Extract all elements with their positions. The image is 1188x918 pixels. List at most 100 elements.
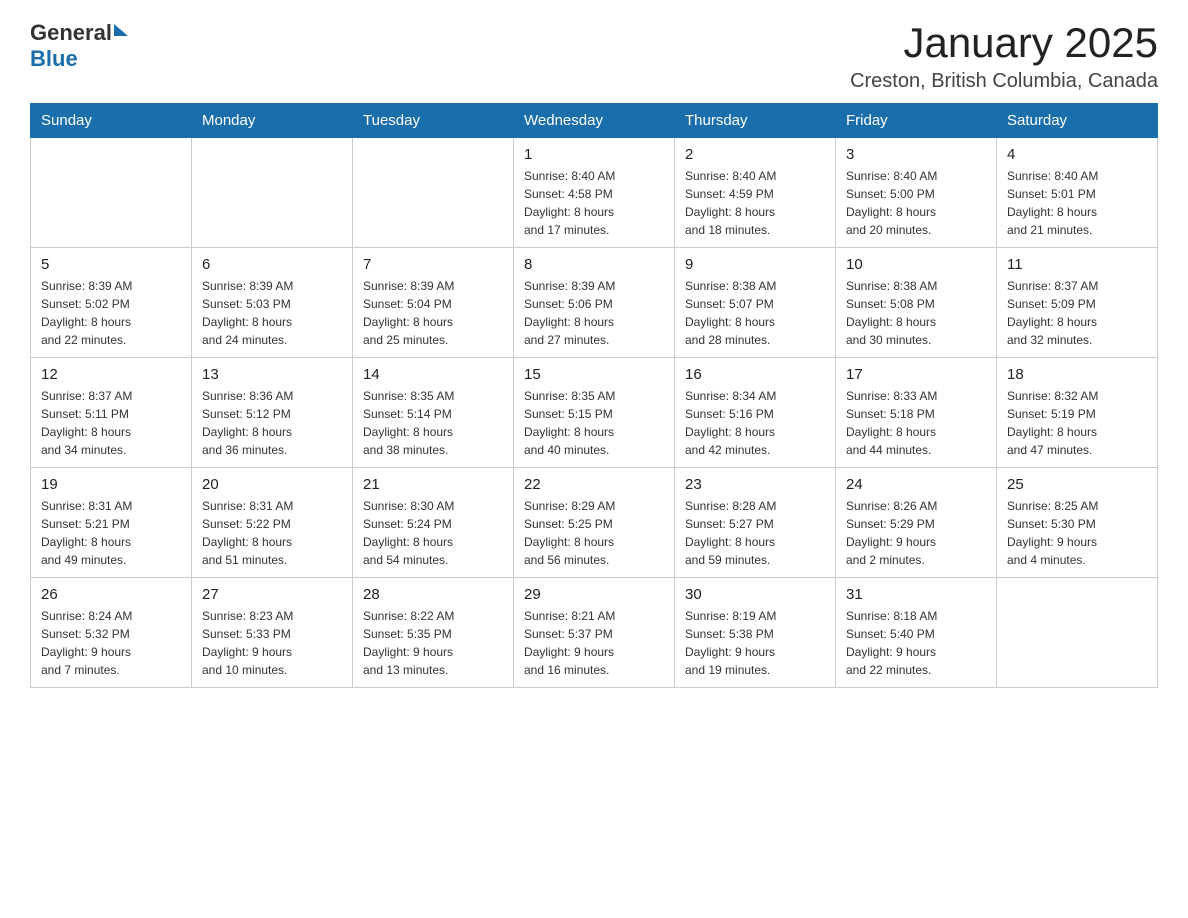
calendar-header-row: SundayMondayTuesdayWednesdayThursdayFrid… bbox=[31, 104, 1158, 138]
day-number: 1 bbox=[524, 146, 664, 163]
day-info: Sunrise: 8:39 AMSunset: 5:02 PMDaylight:… bbox=[41, 277, 181, 349]
day-number: 22 bbox=[524, 476, 664, 493]
calendar-day-header: Saturday bbox=[997, 104, 1158, 138]
logo-blue-text: Blue bbox=[30, 46, 78, 72]
day-info: Sunrise: 8:40 AMSunset: 4:59 PMDaylight:… bbox=[685, 167, 825, 239]
day-number: 7 bbox=[363, 256, 503, 273]
day-info: Sunrise: 8:38 AMSunset: 5:07 PMDaylight:… bbox=[685, 277, 825, 349]
calendar-table: SundayMondayTuesdayWednesdayThursdayFrid… bbox=[30, 103, 1158, 688]
calendar-day-cell: 21 Sunrise: 8:30 AMSunset: 5:24 PMDayligh… bbox=[353, 468, 514, 578]
calendar-day-cell: 4 Sunrise: 8:40 AMSunset: 5:01 PMDaylight… bbox=[997, 138, 1158, 248]
day-number: 24 bbox=[846, 476, 986, 493]
day-number: 4 bbox=[1007, 146, 1147, 163]
calendar-day-cell: 25 Sunrise: 8:25 AMSunset: 5:30 PMDayligh… bbox=[997, 468, 1158, 578]
title-block: January 2025 Creston, British Columbia, … bbox=[850, 20, 1158, 93]
calendar-day-cell: 2 Sunrise: 8:40 AMSunset: 4:59 PMDaylight… bbox=[675, 138, 836, 248]
day-number: 27 bbox=[202, 586, 342, 603]
logo: General Blue bbox=[30, 20, 128, 72]
calendar-day-cell: 28Sunrise: 8:22 AMSunset: 5:35 PMDayligh… bbox=[353, 578, 514, 688]
calendar-day-cell: 13 Sunrise: 8:36 AMSunset: 5:12 PMDayligh… bbox=[192, 358, 353, 468]
day-info: Sunrise: 8:24 AMSunset: 5:32 PMDaylight:… bbox=[41, 607, 181, 679]
day-number: 15 bbox=[524, 366, 664, 383]
calendar-day-cell: 24 Sunrise: 8:26 AMSunset: 5:29 PMDayligh… bbox=[836, 468, 997, 578]
day-info: Sunrise: 8:29 AMSunset: 5:25 PMDaylight:… bbox=[524, 497, 664, 569]
day-number: 9 bbox=[685, 256, 825, 273]
calendar-day-cell: 22 Sunrise: 8:29 AMSunset: 5:25 PMDayligh… bbox=[514, 468, 675, 578]
day-info: Sunrise: 8:23 AMSunset: 5:33 PMDaylight:… bbox=[202, 607, 342, 679]
day-number: 3 bbox=[846, 146, 986, 163]
calendar-day-cell bbox=[31, 138, 192, 248]
calendar-day-cell bbox=[997, 578, 1158, 688]
calendar-day-header: Friday bbox=[836, 104, 997, 138]
day-info: Sunrise: 8:40 AMSunset: 5:00 PMDaylight:… bbox=[846, 167, 986, 239]
calendar-week-row: 19 Sunrise: 8:31 AMSunset: 5:21 PMDayligh… bbox=[31, 468, 1158, 578]
calendar-day-cell: 19 Sunrise: 8:31 AMSunset: 5:21 PMDayligh… bbox=[31, 468, 192, 578]
day-number: 14 bbox=[363, 366, 503, 383]
day-number: 11 bbox=[1007, 256, 1147, 273]
day-info: Sunrise: 8:34 AMSunset: 5:16 PMDaylight:… bbox=[685, 387, 825, 459]
day-info: Sunrise: 8:39 AMSunset: 5:04 PMDaylight:… bbox=[363, 277, 503, 349]
calendar-day-cell: 30 Sunrise: 8:19 AMSunset: 5:38 PMDayligh… bbox=[675, 578, 836, 688]
calendar-day-cell: 6 Sunrise: 8:39 AMSunset: 5:03 PMDaylight… bbox=[192, 248, 353, 358]
day-number: 29 bbox=[524, 586, 664, 603]
calendar-day-cell: 3 Sunrise: 8:40 AMSunset: 5:00 PMDaylight… bbox=[836, 138, 997, 248]
calendar-day-cell: 14 Sunrise: 8:35 AMSunset: 5:14 PMDayligh… bbox=[353, 358, 514, 468]
day-number: 12 bbox=[41, 366, 181, 383]
day-info: Sunrise: 8:39 AMSunset: 5:06 PMDaylight:… bbox=[524, 277, 664, 349]
day-number: 26 bbox=[41, 586, 181, 603]
calendar-day-cell: 27 Sunrise: 8:23 AMSunset: 5:33 PMDayligh… bbox=[192, 578, 353, 688]
day-number: 23 bbox=[685, 476, 825, 493]
calendar-day-cell: 31Sunrise: 8:18 AMSunset: 5:40 PMDayligh… bbox=[836, 578, 997, 688]
day-info: Sunrise: 8:33 AMSunset: 5:18 PMDaylight:… bbox=[846, 387, 986, 459]
calendar-day-header: Wednesday bbox=[514, 104, 675, 138]
calendar-day-header: Thursday bbox=[675, 104, 836, 138]
day-info: Sunrise: 8:36 AMSunset: 5:12 PMDaylight:… bbox=[202, 387, 342, 459]
calendar-week-row: 5Sunrise: 8:39 AMSunset: 5:02 PMDaylight… bbox=[31, 248, 1158, 358]
calendar-day-header: Tuesday bbox=[353, 104, 514, 138]
calendar-day-cell: 15Sunrise: 8:35 AMSunset: 5:15 PMDayligh… bbox=[514, 358, 675, 468]
day-number: 28 bbox=[363, 586, 503, 603]
calendar-day-cell: 5Sunrise: 8:39 AMSunset: 5:02 PMDaylight… bbox=[31, 248, 192, 358]
calendar-day-cell: 9 Sunrise: 8:38 AMSunset: 5:07 PMDaylight… bbox=[675, 248, 836, 358]
day-info: Sunrise: 8:40 AMSunset: 4:58 PMDaylight:… bbox=[524, 167, 664, 239]
day-number: 31 bbox=[846, 586, 986, 603]
calendar-day-cell: 7 Sunrise: 8:39 AMSunset: 5:04 PMDaylight… bbox=[353, 248, 514, 358]
calendar-day-cell: 11Sunrise: 8:37 AMSunset: 5:09 PMDayligh… bbox=[997, 248, 1158, 358]
day-info: Sunrise: 8:21 AMSunset: 5:37 PMDaylight:… bbox=[524, 607, 664, 679]
calendar-day-cell: 20Sunrise: 8:31 AMSunset: 5:22 PMDayligh… bbox=[192, 468, 353, 578]
calendar-day-cell: 29 Sunrise: 8:21 AMSunset: 5:37 PMDayligh… bbox=[514, 578, 675, 688]
day-info: Sunrise: 8:35 AMSunset: 5:14 PMDaylight:… bbox=[363, 387, 503, 459]
calendar-day-cell: 18Sunrise: 8:32 AMSunset: 5:19 PMDayligh… bbox=[997, 358, 1158, 468]
day-number: 30 bbox=[685, 586, 825, 603]
day-info: Sunrise: 8:38 AMSunset: 5:08 PMDaylight:… bbox=[846, 277, 986, 349]
logo-arrow-icon bbox=[114, 24, 128, 36]
location-title: Creston, British Columbia, Canada bbox=[850, 70, 1158, 93]
calendar-week-row: 12Sunrise: 8:37 AMSunset: 5:11 PMDayligh… bbox=[31, 358, 1158, 468]
day-info: Sunrise: 8:31 AMSunset: 5:22 PMDaylight:… bbox=[202, 497, 342, 569]
day-info: Sunrise: 8:19 AMSunset: 5:38 PMDaylight:… bbox=[685, 607, 825, 679]
calendar-day-cell: 17Sunrise: 8:33 AMSunset: 5:18 PMDayligh… bbox=[836, 358, 997, 468]
day-number: 21 bbox=[363, 476, 503, 493]
day-number: 6 bbox=[202, 256, 342, 273]
day-number: 13 bbox=[202, 366, 342, 383]
calendar-week-row: 1 Sunrise: 8:40 AMSunset: 4:58 PMDaylight… bbox=[31, 138, 1158, 248]
page-header: General Blue January 2025 Creston, Briti… bbox=[30, 20, 1158, 93]
day-info: Sunrise: 8:26 AMSunset: 5:29 PMDaylight:… bbox=[846, 497, 986, 569]
day-number: 16 bbox=[685, 366, 825, 383]
day-info: Sunrise: 8:31 AMSunset: 5:21 PMDaylight:… bbox=[41, 497, 181, 569]
day-number: 19 bbox=[41, 476, 181, 493]
day-info: Sunrise: 8:25 AMSunset: 5:30 PMDaylight:… bbox=[1007, 497, 1147, 569]
month-title: January 2025 bbox=[850, 20, 1158, 66]
calendar-day-cell: 16 Sunrise: 8:34 AMSunset: 5:16 PMDayligh… bbox=[675, 358, 836, 468]
calendar-week-row: 26 Sunrise: 8:24 AMSunset: 5:32 PMDayligh… bbox=[31, 578, 1158, 688]
day-number: 10 bbox=[846, 256, 986, 273]
day-info: Sunrise: 8:28 AMSunset: 5:27 PMDaylight:… bbox=[685, 497, 825, 569]
day-info: Sunrise: 8:39 AMSunset: 5:03 PMDaylight:… bbox=[202, 277, 342, 349]
calendar-day-cell bbox=[192, 138, 353, 248]
day-info: Sunrise: 8:30 AMSunset: 5:24 PMDaylight:… bbox=[363, 497, 503, 569]
logo-general-text: General bbox=[30, 20, 112, 46]
day-info: Sunrise: 8:40 AMSunset: 5:01 PMDaylight:… bbox=[1007, 167, 1147, 239]
day-number: 25 bbox=[1007, 476, 1147, 493]
day-number: 2 bbox=[685, 146, 825, 163]
calendar-day-cell: 8Sunrise: 8:39 AMSunset: 5:06 PMDaylight… bbox=[514, 248, 675, 358]
